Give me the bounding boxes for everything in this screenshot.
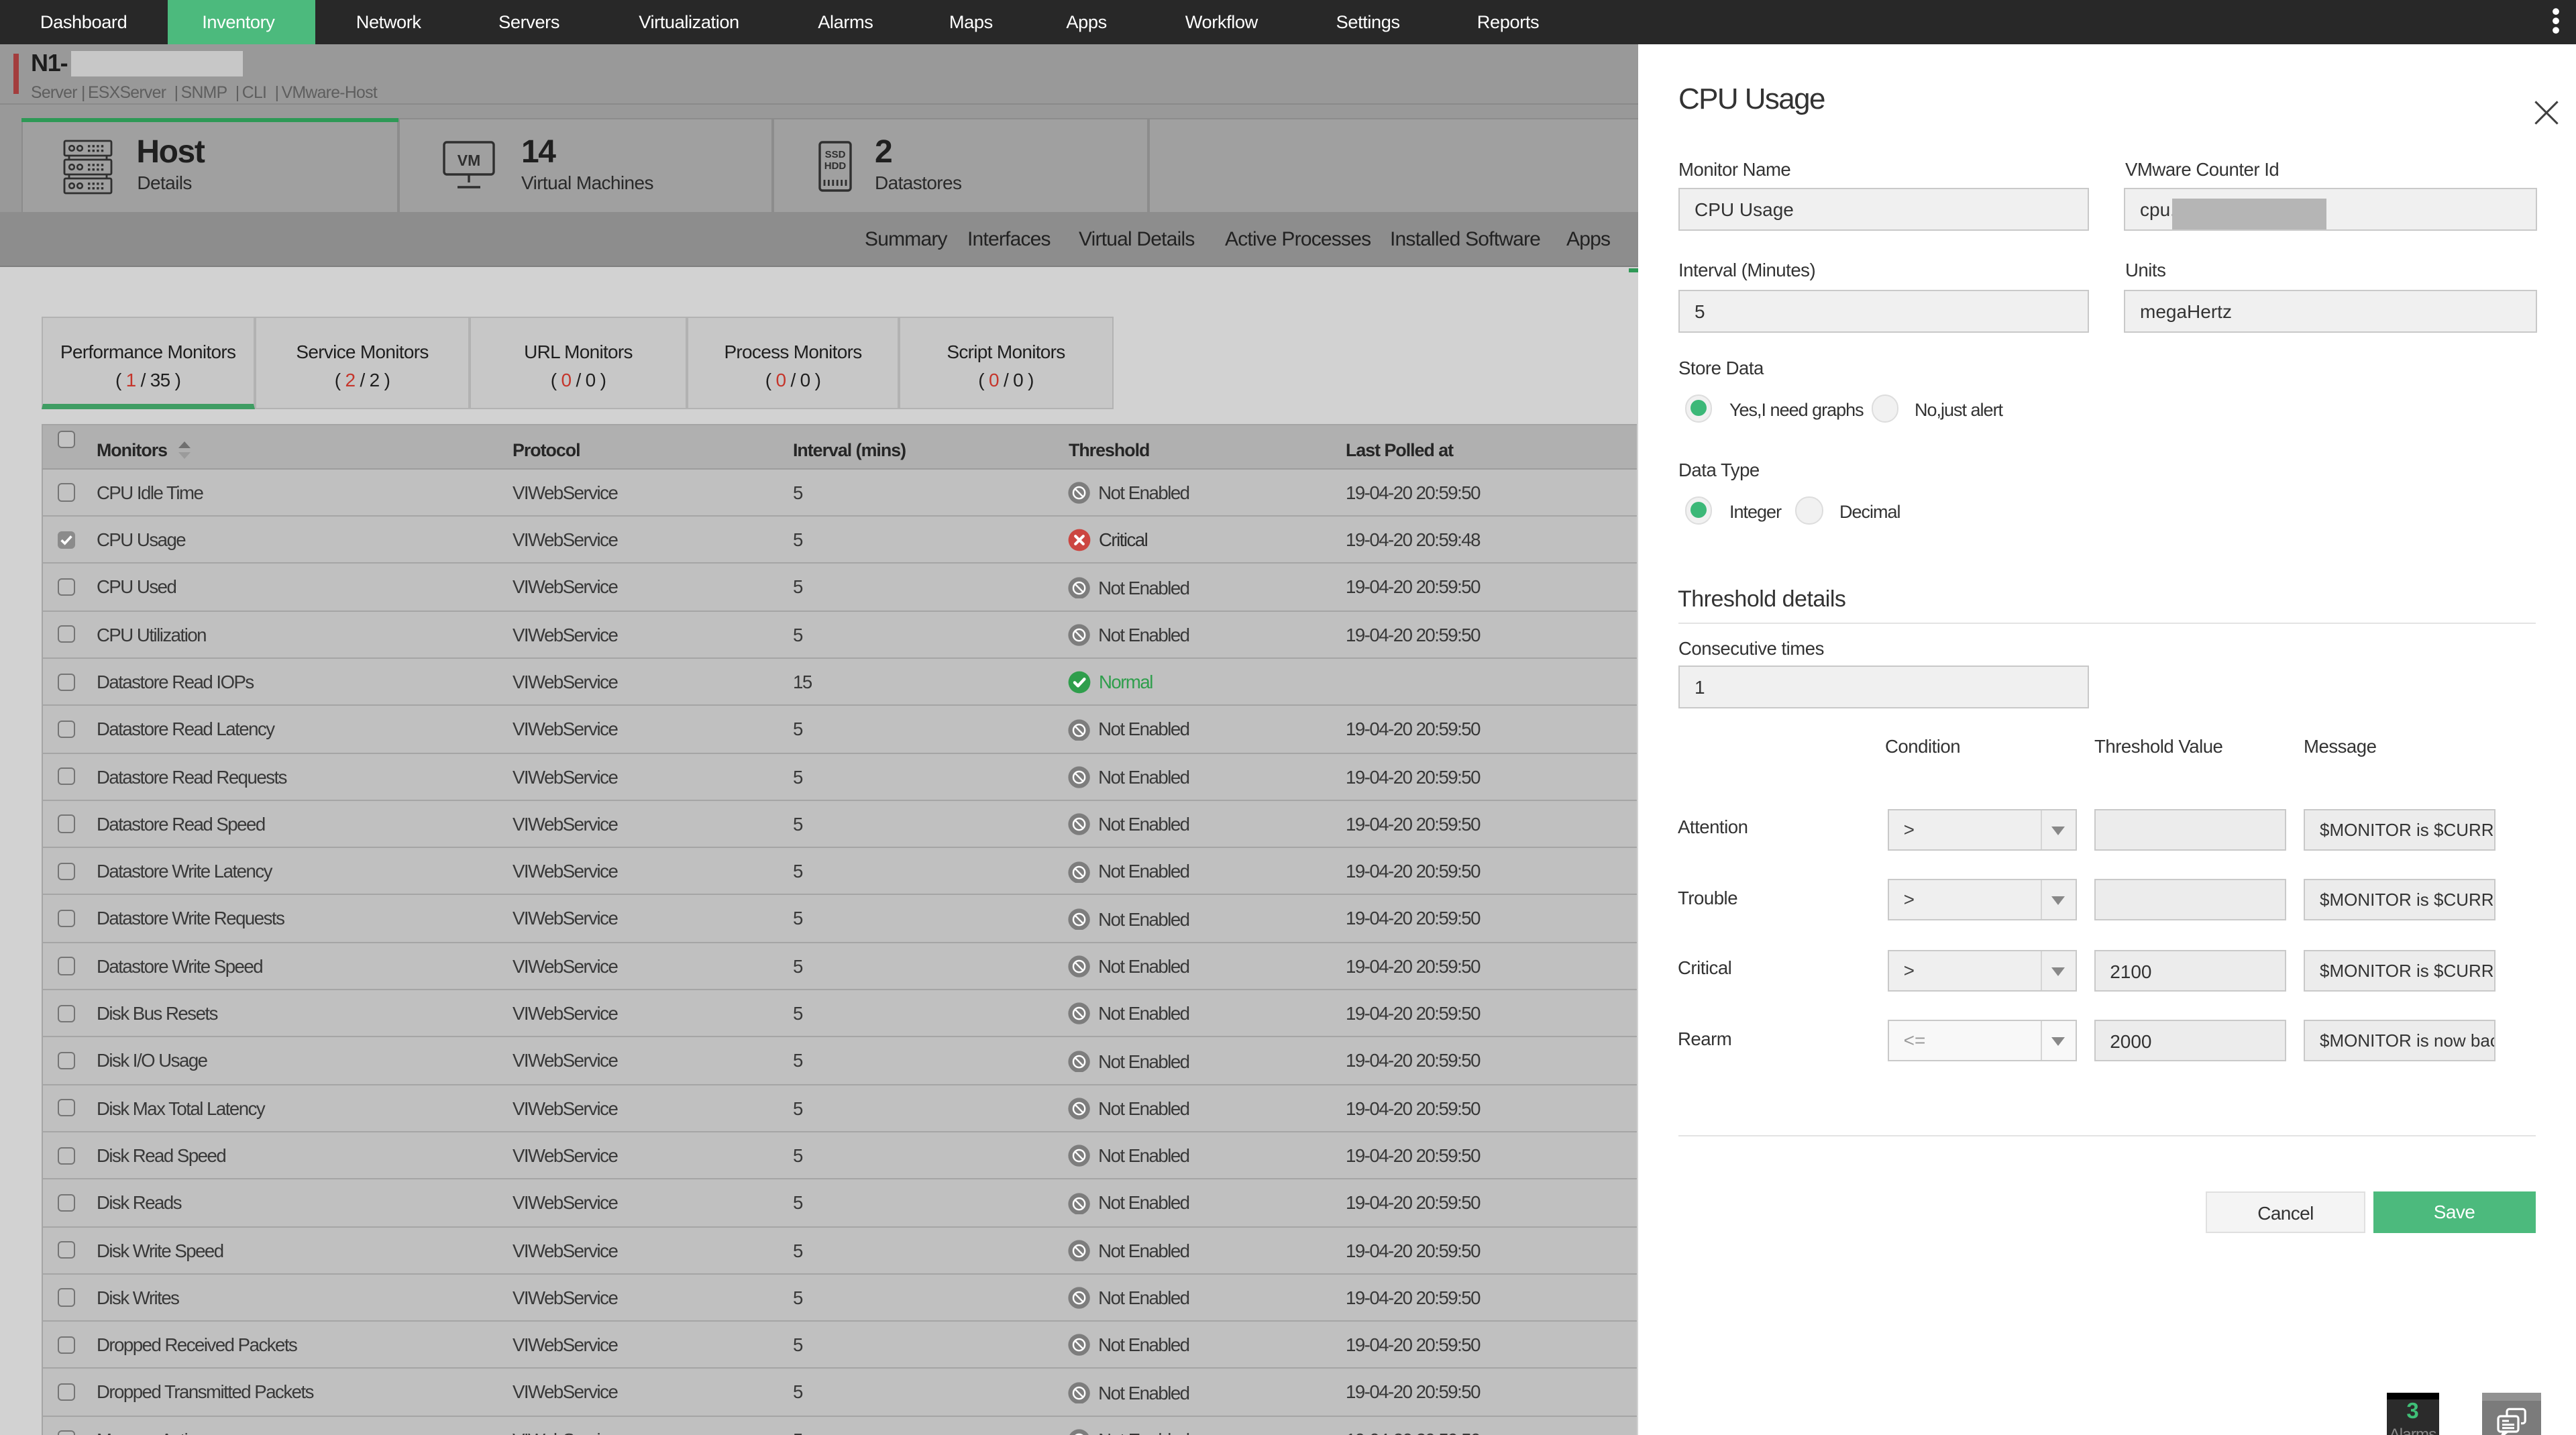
svg-text:HDD: HDD: [824, 160, 847, 172]
svg-text:VM: VM: [458, 152, 481, 169]
svg-text:SSD: SSD: [825, 149, 846, 160]
